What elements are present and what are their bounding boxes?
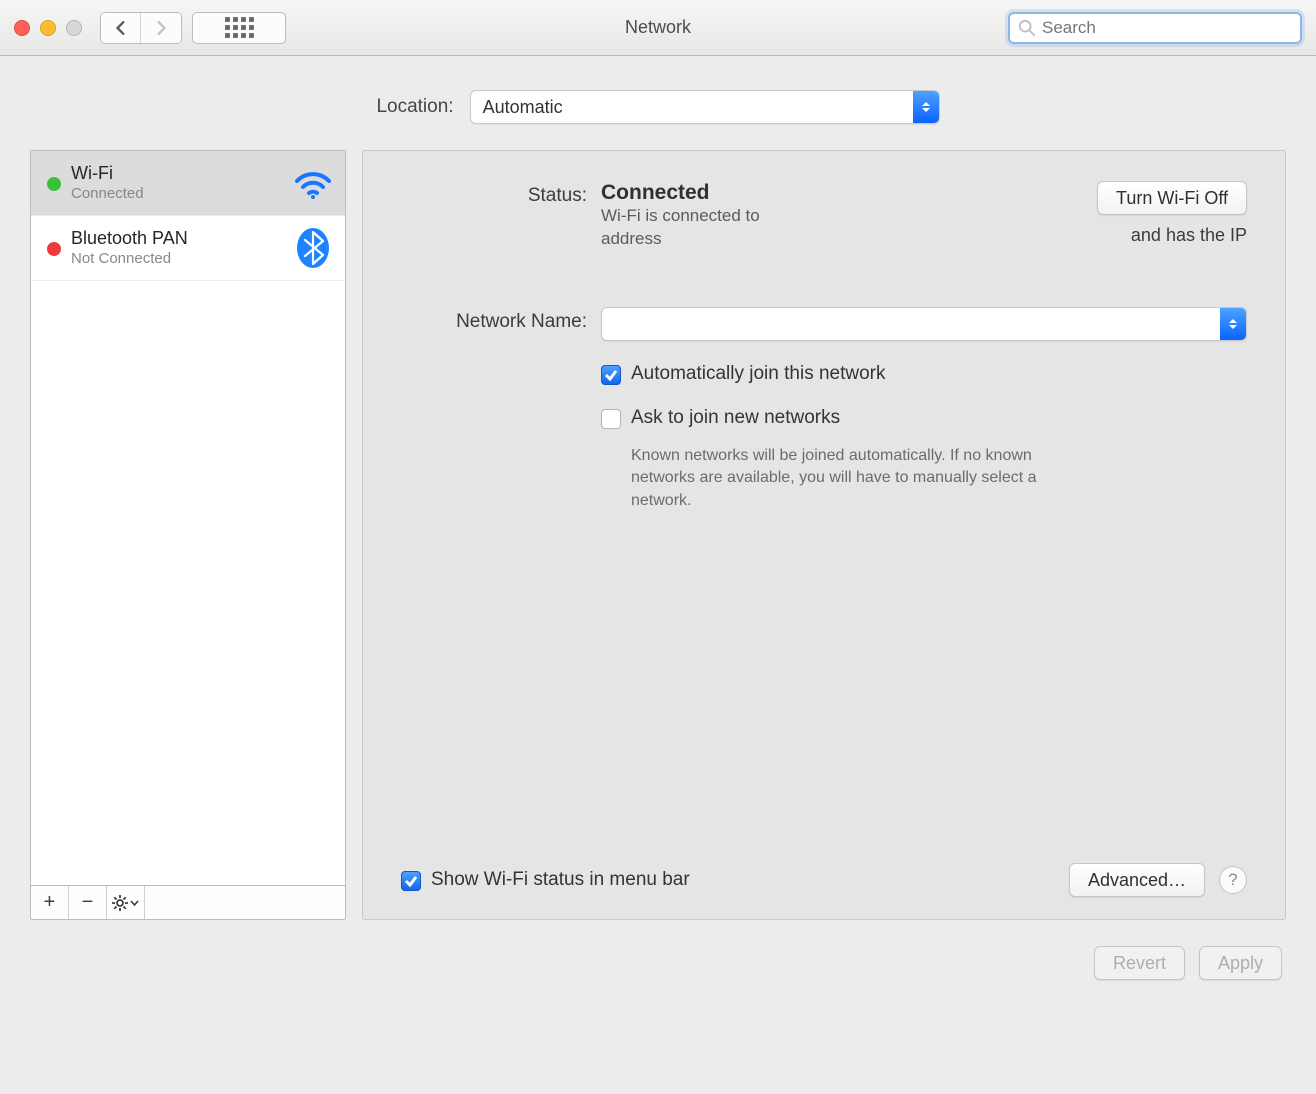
ask-join-checkbox[interactable]: Ask to join new networks — [601, 407, 1247, 429]
location-row: Location: Automatic — [0, 56, 1316, 150]
checkbox-icon — [401, 871, 421, 891]
service-actions-button[interactable] — [107, 886, 145, 919]
close-window-button[interactable] — [14, 20, 30, 36]
back-button[interactable] — [101, 13, 141, 43]
service-item-bluetooth-pan[interactable]: Bluetooth PAN Not Connected — [31, 216, 345, 281]
chevron-down-icon — [130, 900, 139, 906]
search-icon — [1018, 19, 1036, 37]
status-desc-line2: address — [601, 229, 661, 248]
status-row: Status: Connected Wi-Fi is connected to … — [401, 181, 1247, 251]
ask-join-help: Known networks will be joined automatica… — [631, 445, 1061, 512]
search-field[interactable] — [1008, 12, 1302, 44]
status-extra: and has the IP — [1097, 225, 1247, 246]
ask-join-label: Ask to join new networks — [631, 407, 840, 429]
detail-footer: Show Wi-Fi status in menu bar Advanced… … — [401, 863, 1247, 897]
grid-icon — [225, 17, 254, 38]
services-list: Wi-Fi Connected Bluetooth PAN Not Co — [31, 151, 345, 885]
minimize-window-button[interactable] — [40, 20, 56, 36]
status-label: Status: — [401, 181, 601, 251]
services-panel: Wi-Fi Connected Bluetooth PAN Not Co — [30, 150, 346, 920]
window-footer: Revert Apply — [0, 920, 1316, 980]
gear-icon — [112, 895, 128, 911]
services-toolbar: + − — [31, 885, 345, 919]
location-value: Automatic — [483, 97, 563, 118]
service-name: Wi-Fi — [71, 163, 283, 185]
show-all-button[interactable] — [192, 12, 286, 44]
advanced-button[interactable]: Advanced… — [1069, 863, 1205, 897]
nav-segmented — [100, 12, 182, 44]
service-status: Not Connected — [71, 250, 283, 268]
help-button[interactable]: ? — [1219, 866, 1247, 894]
wifi-icon — [293, 163, 333, 203]
service-item-wifi[interactable]: Wi-Fi Connected — [31, 151, 345, 216]
show-menubar-label: Show Wi-Fi status in menu bar — [431, 869, 690, 891]
show-menubar-checkbox[interactable]: Show Wi-Fi status in menu bar — [401, 869, 690, 891]
chevron-right-icon — [154, 21, 168, 35]
status-value: Connected — [601, 181, 1073, 205]
add-service-button[interactable]: + — [31, 886, 69, 919]
forward-button[interactable] — [141, 13, 181, 43]
status-dot-icon — [47, 177, 61, 191]
checkbox-icon — [601, 409, 621, 429]
toolbar-spacer — [145, 886, 345, 919]
status-dot-icon — [47, 242, 61, 256]
apply-button[interactable]: Apply — [1199, 946, 1282, 980]
remove-service-button[interactable]: − — [69, 886, 107, 919]
titlebar: Network — [0, 0, 1316, 56]
detail-panel: Status: Connected Wi-Fi is connected to … — [362, 150, 1286, 920]
window-controls — [14, 20, 82, 36]
network-name-select[interactable] — [601, 307, 1247, 341]
auto-join-label: Automatically join this network — [631, 363, 886, 385]
zoom-window-button[interactable] — [66, 20, 82, 36]
service-status: Connected — [71, 185, 283, 203]
service-name: Bluetooth PAN — [71, 228, 283, 250]
search-input[interactable] — [1042, 18, 1292, 38]
content: Wi-Fi Connected Bluetooth PAN Not Co — [0, 150, 1316, 920]
auto-join-row: Automatically join this network — [401, 363, 1247, 385]
service-text: Wi-Fi Connected — [71, 163, 283, 203]
toggle-wifi-button[interactable]: Turn Wi-Fi Off — [1097, 181, 1247, 215]
network-name-label: Network Name: — [401, 307, 601, 341]
stepper-icon — [913, 91, 939, 123]
ask-join-row: Ask to join new networks Known networks … — [401, 407, 1247, 512]
auto-join-checkbox[interactable]: Automatically join this network — [601, 363, 1247, 385]
status-desc-line1: Wi-Fi is connected to — [601, 206, 760, 225]
service-text: Bluetooth PAN Not Connected — [71, 228, 283, 268]
stepper-icon — [1220, 308, 1246, 340]
revert-button[interactable]: Revert — [1094, 946, 1185, 980]
chevron-left-icon — [114, 21, 128, 35]
checkbox-icon — [601, 365, 621, 385]
bluetooth-icon — [293, 228, 333, 268]
network-name-row: Network Name: — [401, 307, 1247, 341]
location-select[interactable]: Automatic — [470, 90, 940, 124]
location-label: Location: — [376, 96, 453, 118]
